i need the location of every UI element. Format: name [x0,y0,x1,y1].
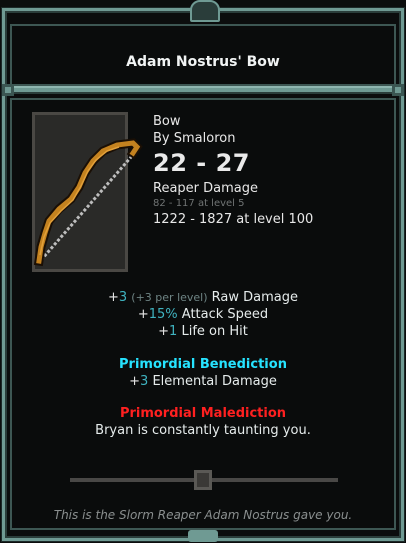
slider-knob-icon [194,470,212,490]
stat-line: +3 (+3 per level) Raw Damage [107,290,299,305]
stat-label: Raw Damage [211,290,299,305]
stat-label: Attack Speed [181,307,269,322]
item-author: By Smaloron [153,131,236,146]
header-panel: Adam Nostrus' Bow [10,24,396,86]
tooltip-frame: Adam Nostrus' Bow Bow By Smaloron 22 - 2… [0,0,406,543]
benediction-title: Primordial Benediction [119,357,287,372]
malediction-text: Bryan is constantly taunting you. [95,423,311,438]
bottom-ornament-icon [188,530,218,542]
malediction-title: Primordial Malediction [119,406,287,421]
divider-band [2,86,404,94]
damage-type: Reaper Damage [153,181,258,196]
corner-ornament-icon [392,84,404,96]
stat-value: 3 [118,290,128,305]
benediction-stat: +3 Elemental Damage [129,374,277,389]
top-ornament-icon [190,0,220,22]
item-portrait [32,112,143,272]
corner-ornament-icon [2,84,14,96]
flavor-text: This is the Slorm Reaper Adam Nostrus ga… [53,508,353,522]
malediction-block: Primordial Malediction Bryan is constant… [10,405,396,439]
stat-line: +1 Life on Hit [158,324,248,339]
level-100-range: 1222 - 1827 at level 100 [153,212,314,227]
stat-label: Life on Hit [181,324,248,339]
item-title: Adam Nostrus' Bow [126,54,280,70]
stat-value: 1 [169,324,178,339]
item-type: Bow [153,114,181,129]
stat-hint: (+3 per level) [131,291,208,304]
stat-list: +3 (+3 per level) Raw Damage +15% Attack… [10,289,396,340]
damage-range: 22 - 27 [153,149,250,177]
bow-icon [33,138,143,267]
level-range-note: 82 - 117 at level 5 [153,198,245,209]
benediction-block: Primordial Benediction +3 Elemental Dama… [10,356,396,390]
item-info: Bow By Smaloron 22 - 27 Reaper Damage 82… [153,113,313,228]
stat-line: +15% Attack Speed [137,307,269,322]
stat-value: 15% [148,307,178,322]
